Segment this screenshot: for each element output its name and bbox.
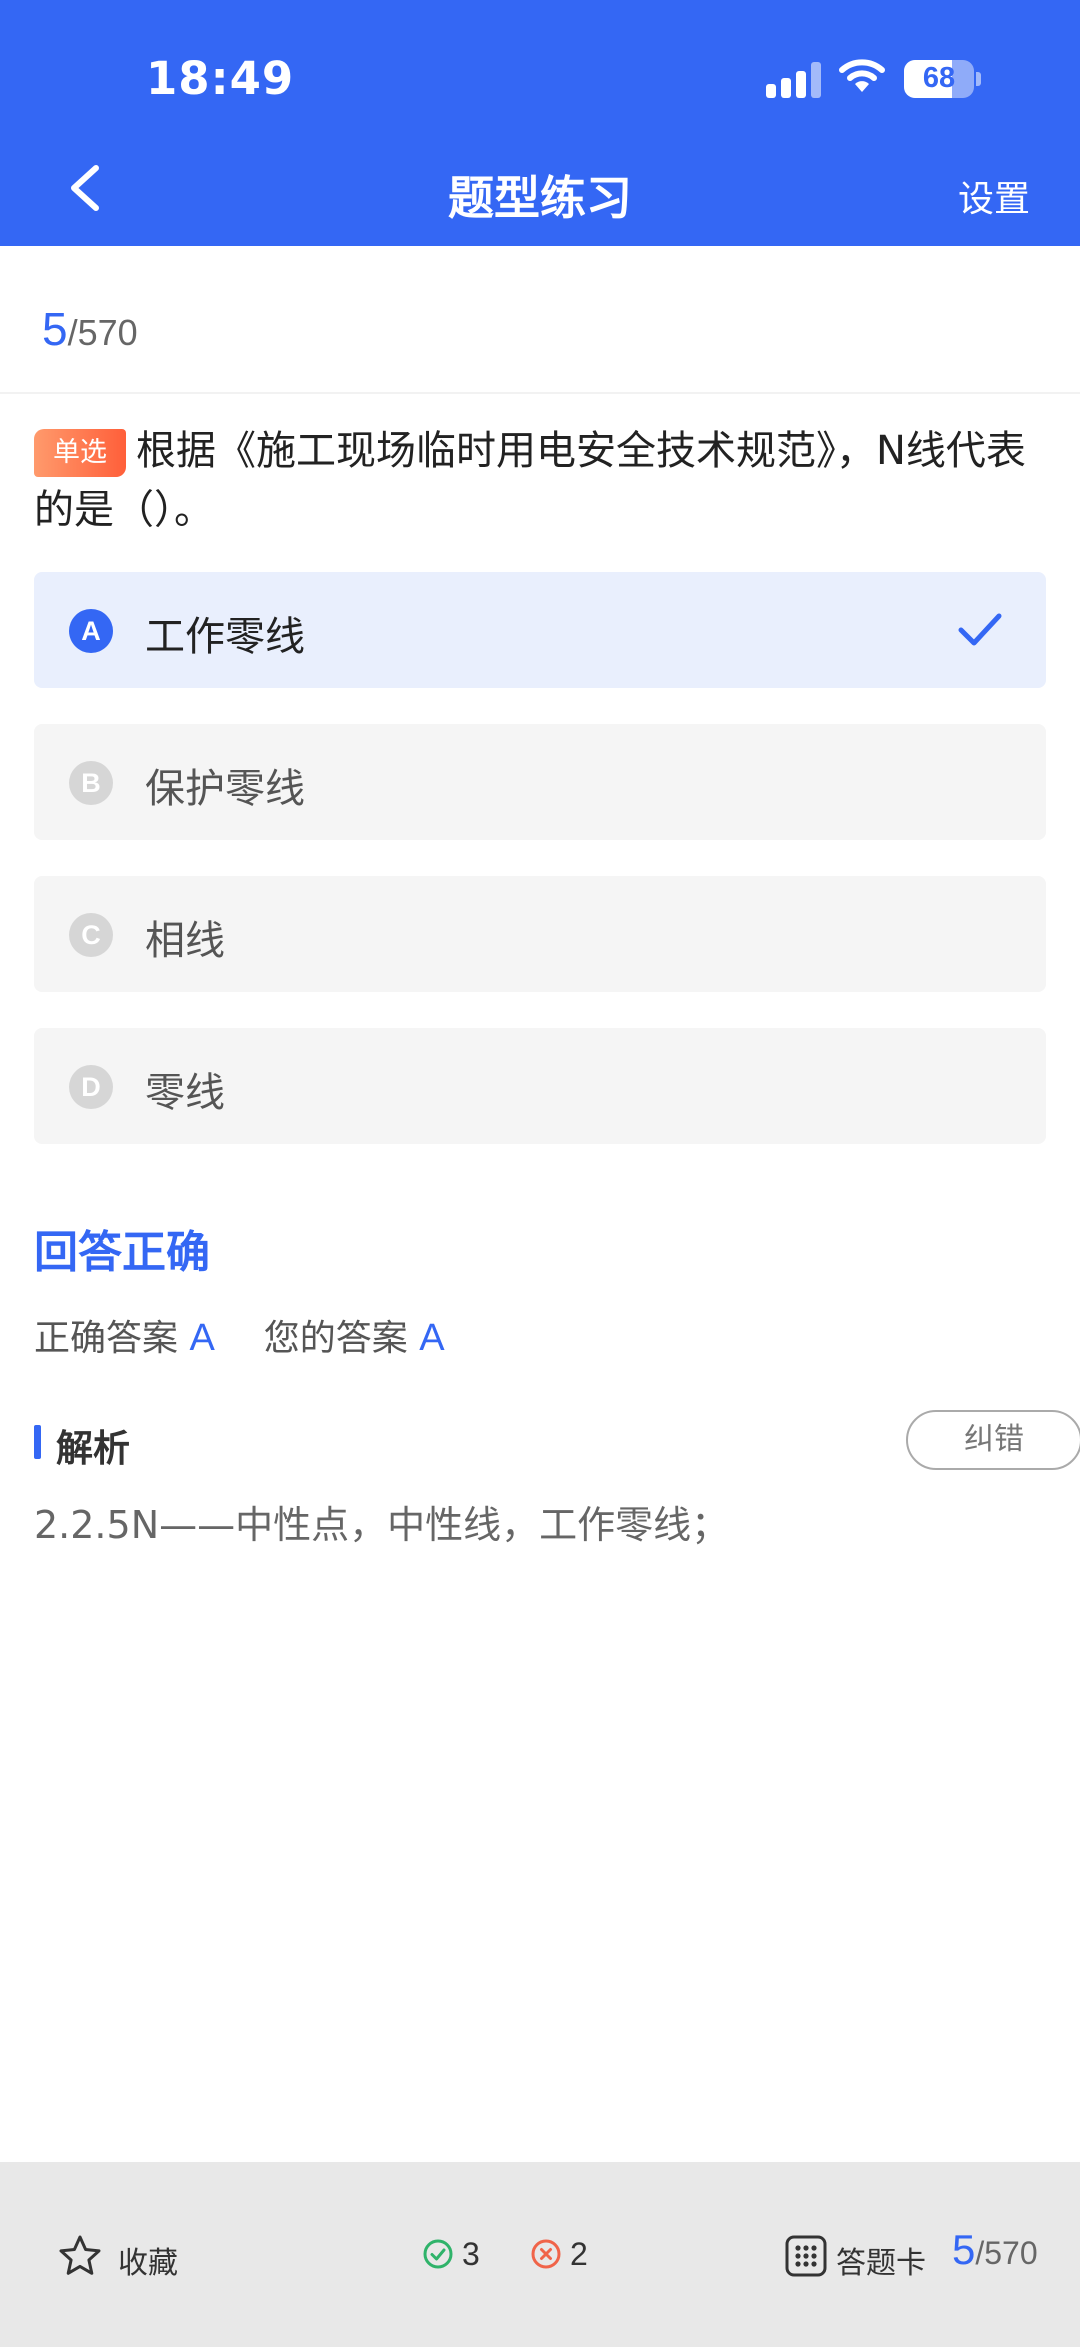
analysis-text: 2.2.5N——中性点，中性线，工作零线； [34,1503,730,1547]
option-text: 保护零线 [145,766,305,812]
top-header: 18:49 68 题型练习 设置 [0,0,1080,246]
battery-level: 68 [922,62,956,94]
option-text: 工作零线 [145,614,305,660]
bottom-progress: 5/570 [952,2226,1038,2274]
option-text: 相线 [145,918,225,964]
report-error-button[interactable]: 纠错 [906,1410,1080,1470]
wrong-count-value: 2 [570,2236,588,2272]
option-letter-badge: D [69,1065,113,1109]
option-a[interactable]: A 工作零线 [34,572,1046,688]
question-stem: 单选 根据《施工现场临时用电安全技术规范》，N线代表的是（）。 [34,422,1044,540]
option-letter-badge: A [69,609,113,653]
correct-answer-value: A [189,1317,215,1359]
check-circle-icon [423,2239,453,2269]
result-title: 回答正确 [34,1227,210,1278]
x-circle-icon [531,2239,561,2269]
settings-button[interactable]: 设置 [958,170,1030,222]
checkmark-icon [958,613,1002,646]
battery-tip [976,72,981,86]
star-icon [59,2235,101,2275]
bottom-progress-total: /570 [975,2235,1038,2271]
correct-count-value: 3 [462,2236,480,2272]
divider [0,392,1080,394]
analysis-heading: 解析 [56,1427,130,1470]
page-title: 题型练习 [448,171,632,225]
option-d[interactable]: D 零线 [34,1028,1046,1144]
question-text: 根据《施工现场临时用电安全技术规范》，N线代表的是（）。 [34,428,1026,533]
wifi-icon [839,59,885,92]
option-text: 零线 [145,1070,225,1116]
progress-current: 5 [42,303,68,355]
bottom-toolbar: 收藏 3 2 答题卡 5/570 [0,2162,1080,2347]
cellular-signal-icon [766,62,822,98]
your-answer-label: 您的答案 [263,1318,408,1359]
grid-icon [785,2235,827,2277]
progress-total: /570 [67,312,138,353]
bottom-progress-current: 5 [952,2226,976,2273]
status-time: 18:49 [146,52,295,105]
option-b[interactable]: B 保护零线 [34,724,1046,840]
question-progress: 5/570 [42,302,138,356]
answer-summary: 正确答案 A 您的答案 A [34,1309,445,1361]
section-marker [34,1425,41,1459]
option-letter-badge: C [69,913,113,957]
question-type-badge: 单选 [34,429,126,477]
favorite-label: 收藏 [118,2246,178,2281]
answer-card-label: 答题卡 [836,2246,926,2281]
option-letter-badge: B [69,761,113,805]
battery-icon: 68 [904,60,974,98]
option-c[interactable]: C 相线 [34,876,1046,992]
your-answer-value: A [419,1317,445,1359]
correct-answer-label: 正确答案 [34,1318,179,1359]
